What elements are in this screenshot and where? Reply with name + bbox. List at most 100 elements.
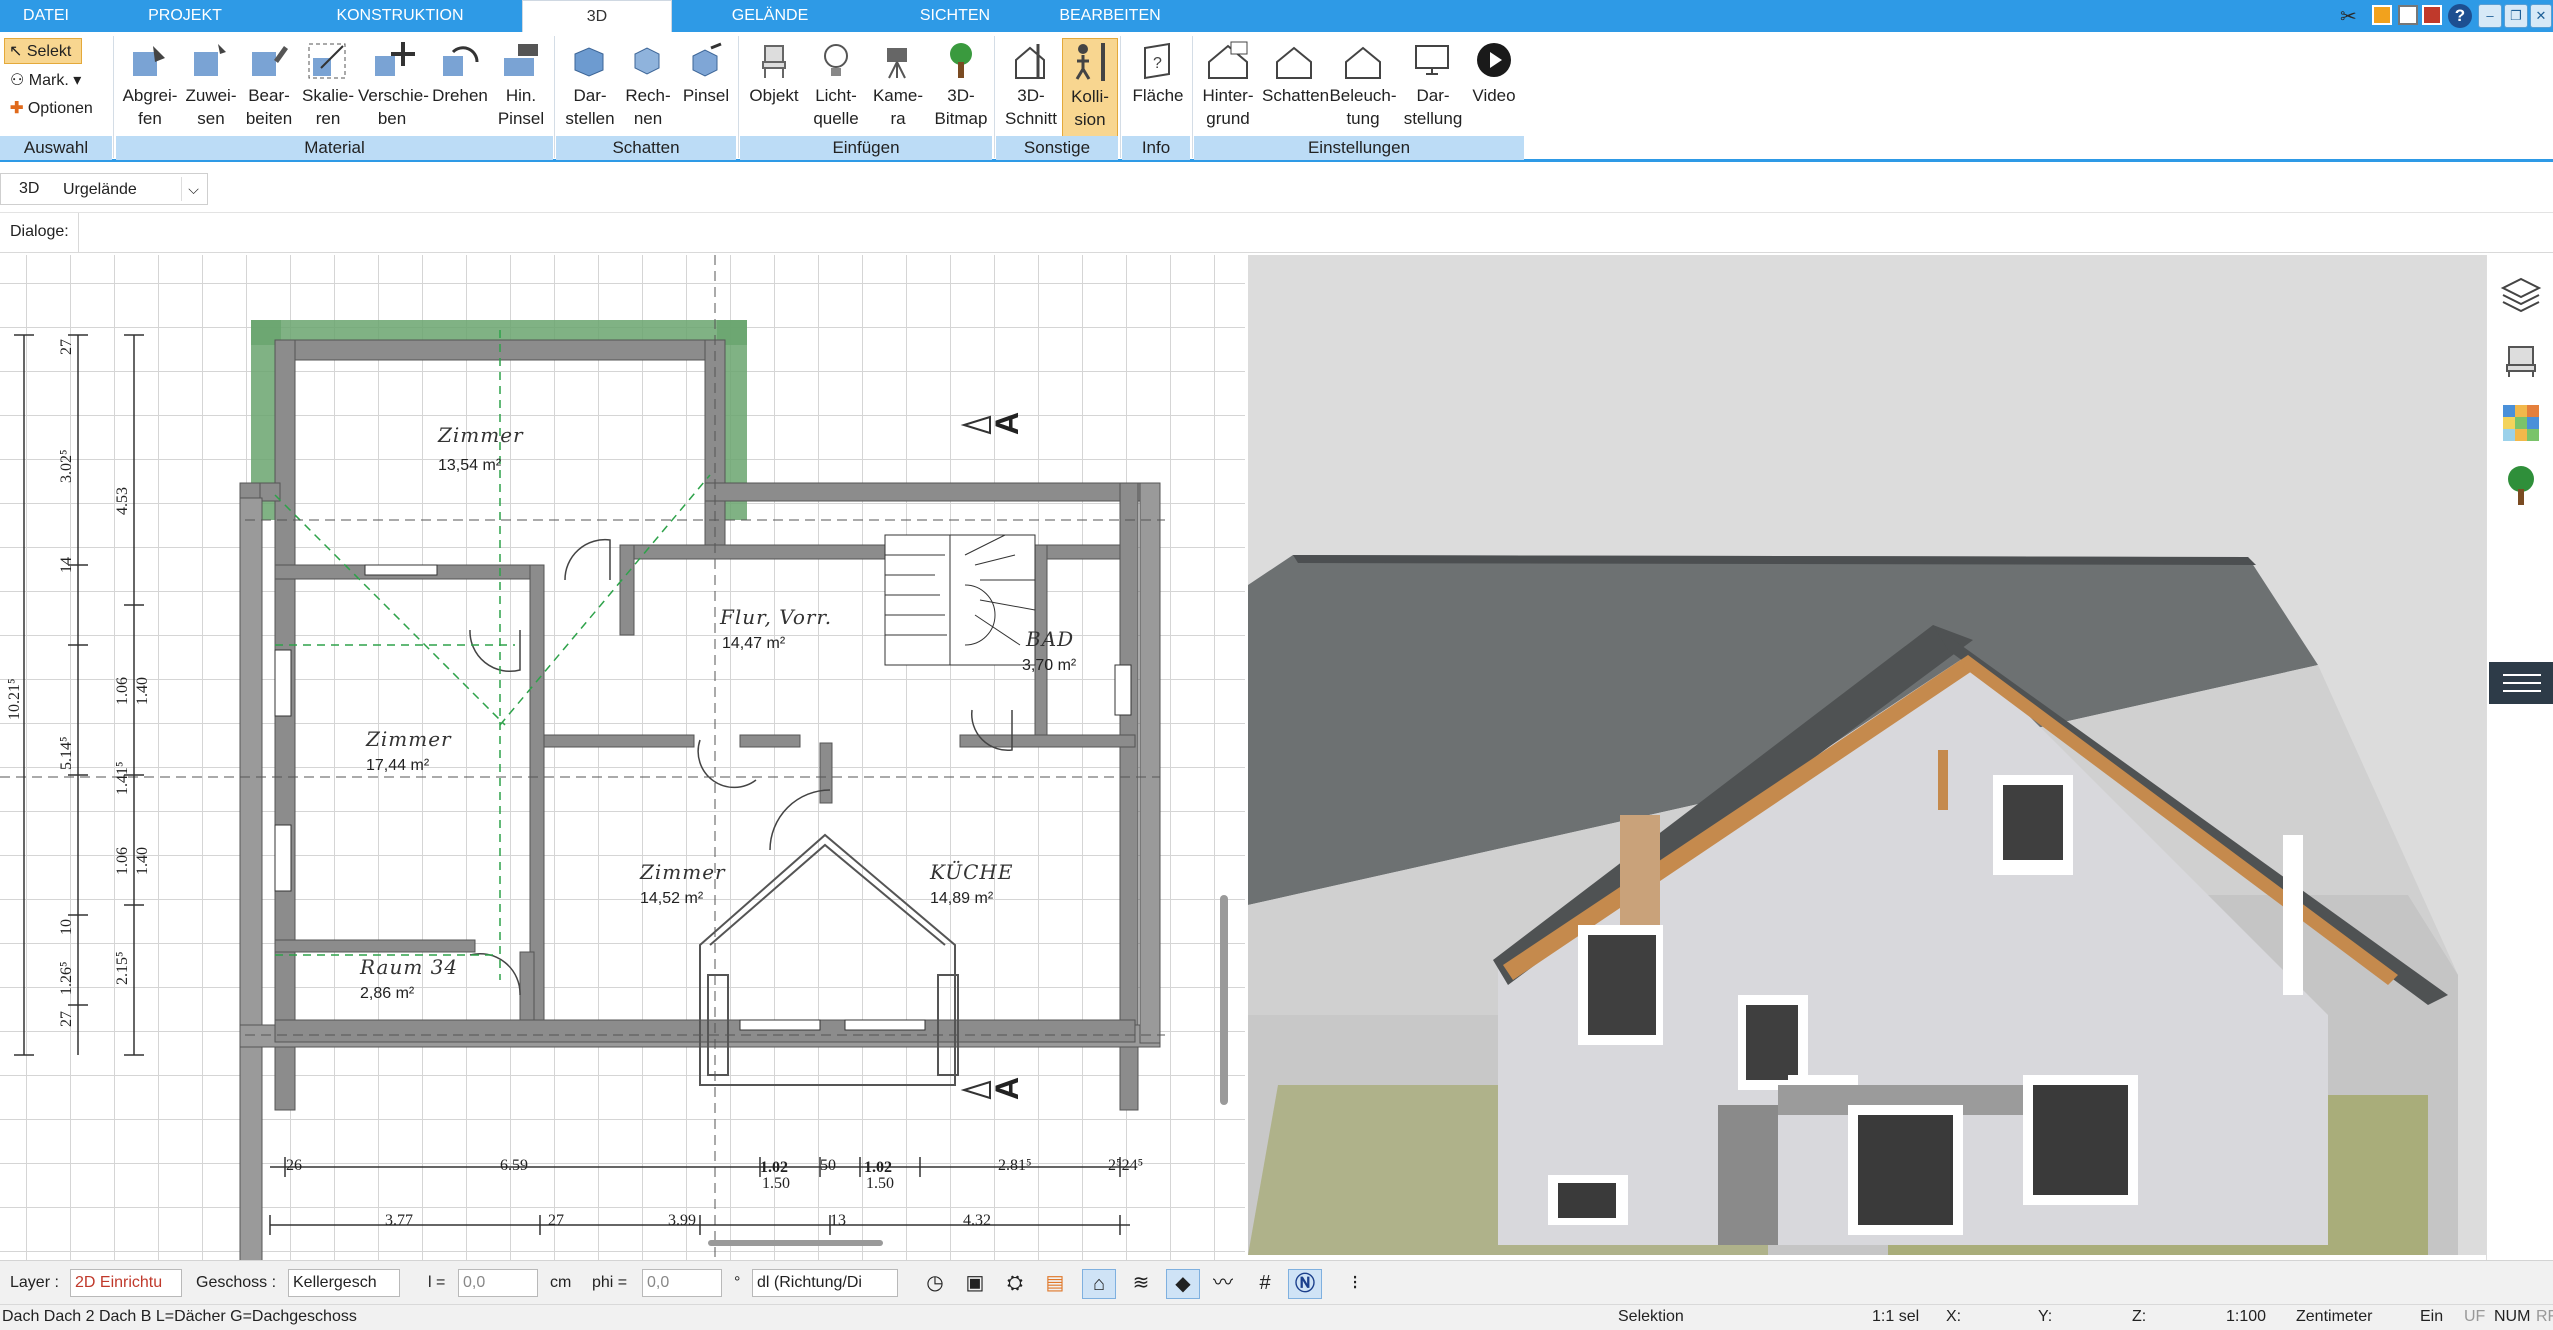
lichtquelle-button[interactable]: Licht- quelle <box>806 38 866 142</box>
camera-view-icon[interactable]: ⛭ <box>998 1269 1032 1299</box>
texture-icon[interactable]: ≋ <box>1124 1269 1158 1299</box>
3d-schnitt-label: 3D- Schnitt <box>1005 86 1057 128</box>
section-marker-top: A <box>989 411 1026 436</box>
tab-projekt[interactable]: PROJEKT <box>120 0 250 32</box>
kamera-button[interactable]: Kame- ra <box>868 38 928 142</box>
dim-bottom: 26 <box>286 1157 302 1174</box>
restore-button[interactable]: ❐ <box>2504 4 2528 28</box>
3d-bitmap-button[interactable]: 3D- Bitmap <box>930 38 992 142</box>
hintergrund-button[interactable]: Hinter- grund <box>1196 38 1260 142</box>
room-name: Zimmer <box>366 727 452 751</box>
phi-unit: ° <box>734 1274 741 1291</box>
furniture-icon[interactable] <box>2499 337 2543 381</box>
video-label: Video <box>1472 86 1516 105</box>
dl-select[interactable]: dl (Richtung/Di <box>752 1269 898 1297</box>
minimize-button[interactable]: – <box>2478 4 2502 28</box>
roof-view-icon[interactable]: ⌂ <box>1082 1269 1116 1299</box>
dim-bottom: 50 <box>820 1157 836 1174</box>
kollision-button[interactable]: Kolli- sion <box>1062 38 1118 142</box>
screen-icon[interactable]: ▣ <box>958 1269 992 1299</box>
rotate-icon <box>443 46 479 76</box>
color-icon[interactable] <box>2372 5 2392 25</box>
darstellung-button[interactable]: Dar- stellung <box>1400 38 1466 142</box>
abgreifen-button[interactable]: Abgrei- fen <box>118 38 182 142</box>
darstellen-shadow-button[interactable]: Dar- stellen <box>560 38 620 142</box>
tab-sichten[interactable]: SICHTEN <box>880 0 1030 32</box>
hin-pinsel-button[interactable]: Hin. Pinsel <box>492 38 550 142</box>
dim-left: 1.26⁵ <box>58 961 75 995</box>
3d-view[interactable] <box>1248 255 2486 1255</box>
verschieben-button[interactable]: Verschie- ben <box>358 38 429 142</box>
zuweisen-button[interactable]: Zuwei- sen <box>182 38 240 142</box>
brush-icon <box>504 44 538 76</box>
tools-icon[interactable]: ✂ <box>2340 4 2362 28</box>
floor-plan[interactable]: Zimmer 13,54 m² Flur, Vorr. 14,47 m² BAD… <box>0 255 1245 1265</box>
window-icon[interactable] <box>2398 5 2418 25</box>
close-button[interactable]: ✕ <box>2530 4 2552 28</box>
dl-value: dl (Richtung/Di <box>757 1274 862 1291</box>
terrain-value: Urgelände <box>63 181 137 198</box>
drehen-label: Drehen <box>432 86 488 105</box>
options-button[interactable]: ✚ Optionen <box>6 96 110 122</box>
dim-left: 14 <box>58 557 75 573</box>
dim-left-inner: 1.41⁵ <box>114 761 131 795</box>
materials-icon[interactable] <box>2499 401 2543 445</box>
drehen-button[interactable]: Drehen <box>428 38 492 142</box>
tab-bearbeiten[interactable]: BEARBEITEN <box>1040 0 1180 32</box>
section-icon <box>1015 44 1045 79</box>
rechnen-button[interactable]: Rech- nen <box>620 38 676 142</box>
rechnen-label: Rech- nen <box>625 86 671 128</box>
dim-left-outer: 10.21⁵ <box>6 678 23 720</box>
room-area: 3,70 m² <box>1022 657 1077 674</box>
3d-schnitt-button[interactable]: 3D- Schnitt <box>1000 38 1062 142</box>
terrain-select[interactable]: 3D Urgelände ⌵ <box>0 173 208 205</box>
room-name: KÜCHE <box>930 860 1014 884</box>
select-button[interactable]: ↖ Selekt <box>4 38 82 64</box>
layer-select[interactable]: 2D Einrichtu <box>70 1269 182 1297</box>
dim-left-inner: 2.15⁵ <box>114 951 131 985</box>
layers-view-icon[interactable]: ▤ <box>1038 1269 1072 1299</box>
layers-icon[interactable] <box>2499 273 2543 317</box>
grid-icon[interactable]: # <box>1248 1269 1282 1299</box>
clock-icon[interactable]: ◷ <box>918 1269 952 1299</box>
phi-input[interactable]: 0,0 <box>642 1269 722 1297</box>
plane-icon[interactable]: ◆ <box>1166 1269 1200 1299</box>
pinsel-button[interactable]: Pinsel <box>676 38 736 142</box>
length-value: 0,0 <box>463 1274 486 1291</box>
dim-left-inner: 4.53 <box>114 487 131 515</box>
tab-gelaende[interactable]: GELÄNDE <box>700 0 840 32</box>
plants-icon[interactable] <box>2499 463 2543 507</box>
mark-button[interactable]: ⚇ Mark. ▾ <box>6 68 96 94</box>
status-unit: Zentimeter <box>2296 1308 2373 1325</box>
panel-menu-button[interactable] <box>2489 662 2553 704</box>
video-button[interactable]: Video <box>1466 38 1522 142</box>
tab-3d[interactable]: 3D <box>522 0 672 33</box>
flaeche-button[interactable]: ? Fläche <box>1126 38 1190 142</box>
view-toolbar: 3D Urgelände ⌵ <box>0 165 2553 213</box>
bearbeiten-button[interactable]: Bear- beiten <box>240 38 298 142</box>
help-icon[interactable]: ? <box>2448 4 2472 28</box>
tab-datei[interactable]: DATEI <box>0 0 92 32</box>
length-input[interactable]: 0,0 <box>458 1269 538 1297</box>
house-shadow-icon <box>1276 46 1312 79</box>
l-unit: cm <box>550 1274 572 1291</box>
geschoss-label: Geschoss : <box>196 1274 277 1291</box>
tab-konstruktion[interactable]: KONSTRUKTION <box>300 0 500 32</box>
dim-bottom: 1.50 <box>762 1175 790 1192</box>
options-label: Optionen <box>27 100 93 117</box>
schatten-settings-button[interactable]: Schatten <box>1262 38 1329 142</box>
skalieren-button[interactable]: Skalie- ren <box>298 38 358 142</box>
plus-icon: ✚ <box>10 100 24 117</box>
wave-icon[interactable]: 〰 <box>1206 1269 1240 1299</box>
dialog-bar: Dialoge: <box>0 213 2553 253</box>
lichtquelle-label: Licht- quelle <box>813 86 859 128</box>
palette-icon[interactable] <box>2422 5 2442 25</box>
beleuchtung-button[interactable]: Beleuch- tung <box>1328 38 1398 142</box>
objekt-button[interactable]: Objekt <box>744 38 804 142</box>
darstellen-label: Dar- stellen <box>565 86 615 128</box>
more-icon[interactable]: ⁝ <box>1338 1269 1372 1299</box>
room-name: BAD <box>1026 627 1075 651</box>
scale-icon <box>308 43 346 79</box>
north-icon[interactable]: Ⓝ <box>1288 1269 1322 1299</box>
geschoss-select[interactable]: Kellergesch <box>288 1269 400 1297</box>
